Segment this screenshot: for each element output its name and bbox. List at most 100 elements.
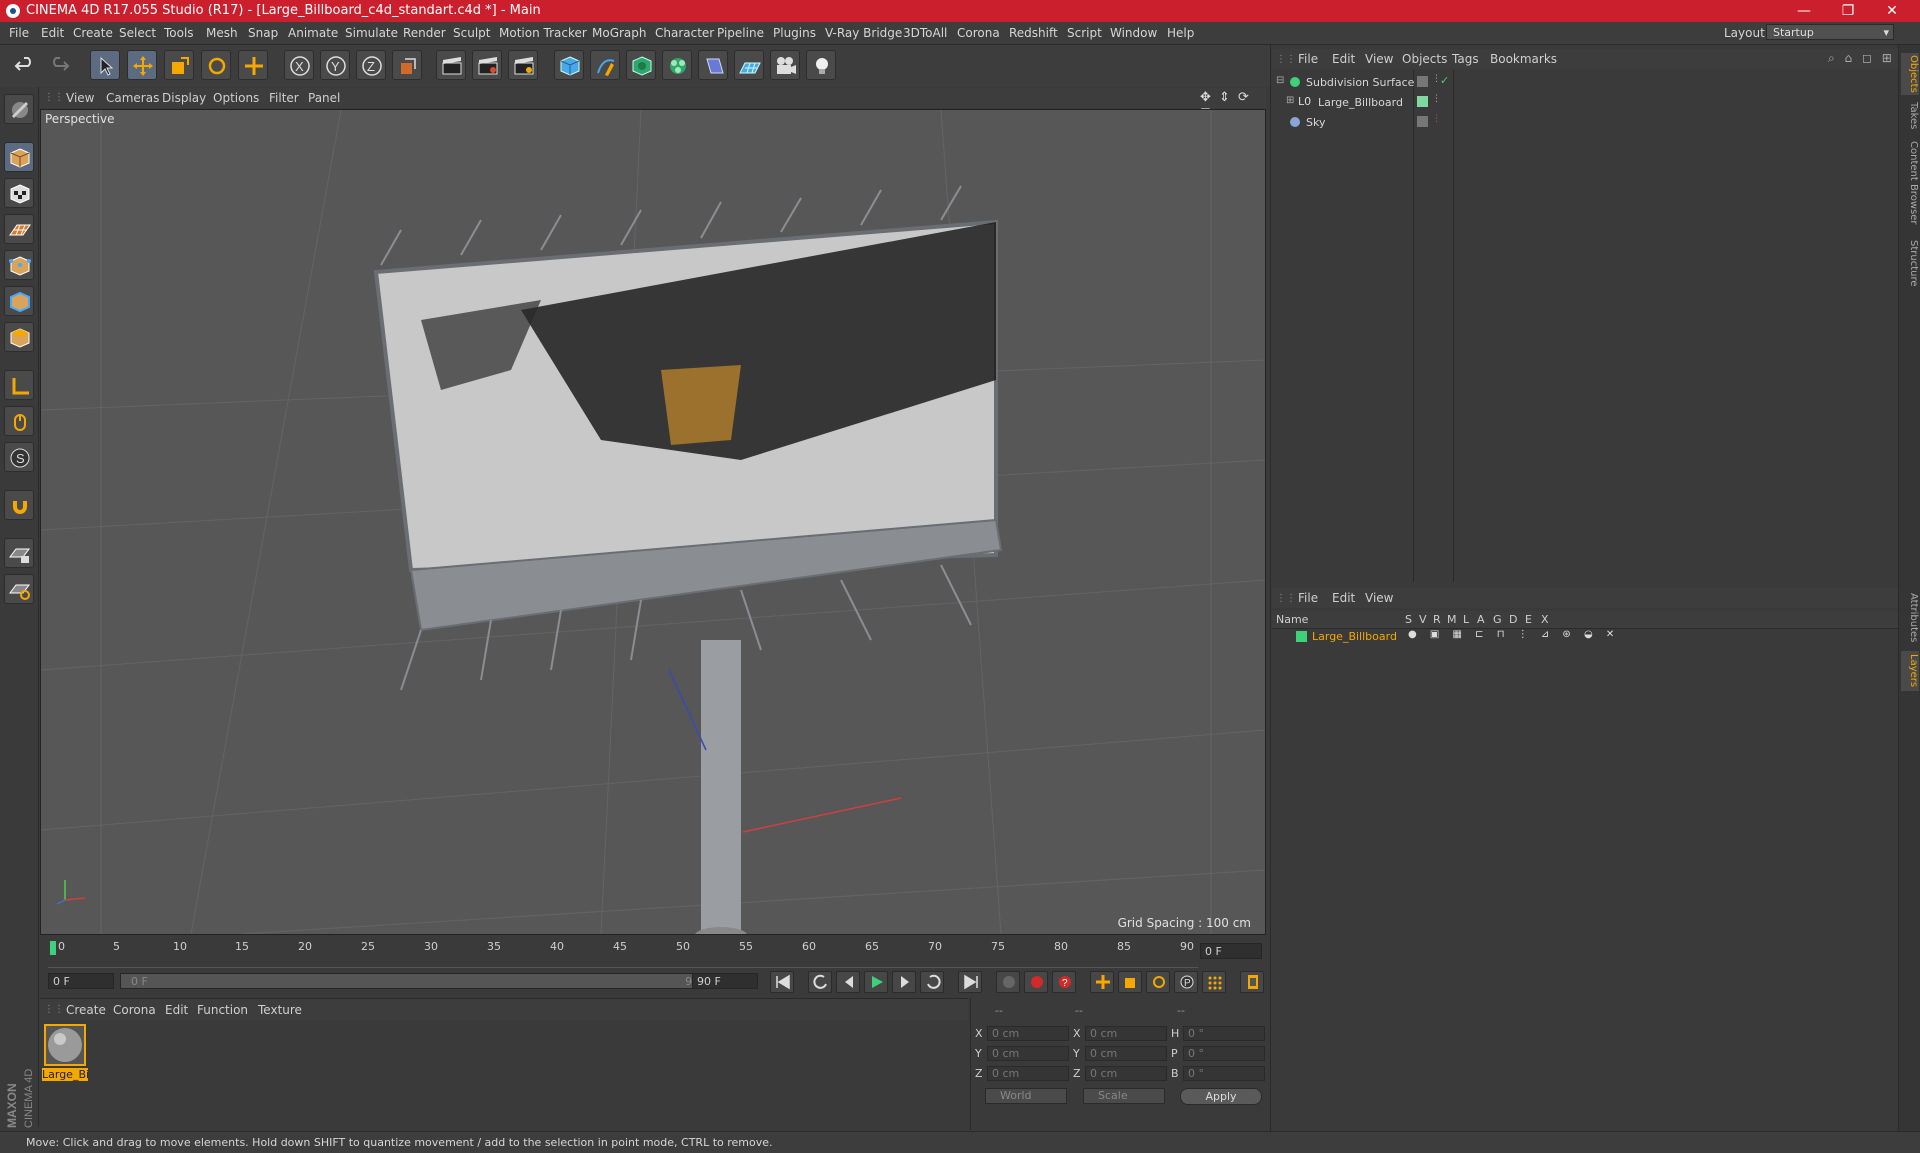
layer-column-generators[interactable]: G: [1493, 613, 1502, 626]
position-y-field[interactable]: 0 cm: [987, 1046, 1069, 1061]
subdivision-surface-button[interactable]: [626, 50, 656, 80]
visibility-dots-icon[interactable]: ⋮: [1432, 94, 1441, 104]
object-row-large-billboard[interactable]: ⊞ L0 Large_Billboard ⋮: [1272, 93, 1898, 112]
points-mode-button[interactable]: [4, 250, 34, 280]
end-frame-field[interactable]: 90 F: [692, 973, 758, 989]
perspective-viewport[interactable]: Perspective Grid Spacing : 100 cm: [40, 109, 1266, 935]
layer-name[interactable]: Large_Billboard: [1312, 630, 1397, 643]
start-frame-field[interactable]: 0 F: [48, 973, 114, 989]
record-keys-button[interactable]: [996, 971, 1020, 993]
tweak-mode-button[interactable]: [4, 406, 34, 436]
frame-range-slider[interactable]: 0 F 90 F: [120, 973, 726, 989]
go-to-start-button[interactable]: [770, 971, 794, 993]
viewport-menu-options[interactable]: Options: [213, 91, 259, 105]
layer-column-view[interactable]: V: [1419, 613, 1427, 626]
layer-column-deformers[interactable]: D: [1509, 613, 1517, 626]
size-mode-dropdown[interactable]: Scale: [1083, 1088, 1165, 1104]
collapse-icon[interactable]: ⊟: [1276, 75, 1284, 86]
viewport-menu-display[interactable]: Display: [162, 91, 206, 105]
axis-mode-button[interactable]: [4, 370, 34, 400]
key-rotation-button[interactable]: [1146, 971, 1170, 993]
cloner-button[interactable]: [662, 50, 692, 80]
rotation-h-field[interactable]: 0 °: [1183, 1026, 1265, 1041]
object-menu-view[interactable]: View: [1365, 52, 1393, 66]
layer-row[interactable]: Large_Billboard ● ▣ ▦ ⊏ ⊓ ⋮ ⊿ ⊛ ◒ ✕: [1272, 628, 1898, 645]
layer-column-render[interactable]: R: [1433, 613, 1441, 626]
material-thumbnail[interactable]: [44, 1024, 86, 1066]
menu-create[interactable]: Create: [73, 26, 113, 40]
playhead-marker[interactable]: [50, 941, 56, 955]
menu-animate[interactable]: Animate: [288, 26, 338, 40]
object-row-subdivision-surface[interactable]: ⊟ Subdivision Surface ⋮ ✓: [1272, 73, 1898, 92]
rotation-p-field[interactable]: 0 °: [1183, 1046, 1265, 1061]
menu-simulate[interactable]: Simulate: [345, 26, 398, 40]
apply-button[interactable]: Apply: [1180, 1088, 1262, 1105]
previous-frame-button[interactable]: [836, 971, 860, 993]
size-z-field[interactable]: 0 cm: [1085, 1066, 1167, 1081]
layout-select[interactable]: Startup ▾: [1766, 24, 1894, 40]
material-menu-texture[interactable]: Texture: [258, 1003, 302, 1017]
play-button[interactable]: [864, 971, 888, 993]
menu-pipeline[interactable]: Pipeline: [717, 26, 764, 40]
light-button[interactable]: [806, 50, 836, 80]
close-button[interactable]: ✕: [1870, 0, 1914, 22]
render-region-button[interactable]: [472, 50, 502, 80]
tab-content-browser[interactable]: Content Browser: [1901, 137, 1919, 229]
timeline-ruler[interactable]: 0 5 10 15 20 25 30 35 40 45 50 55 60 65 …: [40, 937, 1266, 969]
polygons-mode-button[interactable]: [4, 322, 34, 352]
restore-button[interactable]: ❐: [1826, 0, 1870, 22]
viewport-menu-panel[interactable]: Panel: [308, 91, 340, 105]
menu-plugins[interactable]: Plugins: [773, 26, 816, 40]
live-selection-button[interactable]: [238, 50, 268, 80]
position-x-field[interactable]: 0 cm: [987, 1026, 1069, 1041]
snap-button[interactable]: [4, 490, 34, 520]
enabled-checkmark-icon[interactable]: ✓: [1440, 74, 1449, 87]
menu-help[interactable]: Help: [1167, 26, 1194, 40]
menu-script[interactable]: Script: [1067, 26, 1102, 40]
menu-corona[interactable]: Corona: [957, 26, 1000, 40]
layer-column-solo[interactable]: S: [1405, 613, 1412, 626]
layer-column-expressions[interactable]: E: [1525, 613, 1532, 626]
key-position-button[interactable]: [1090, 971, 1114, 993]
viewport-menu-filter[interactable]: Filter: [269, 91, 299, 105]
spline-pen-button[interactable]: [590, 50, 620, 80]
object-row-sky[interactable]: Sky ⋮: [1272, 113, 1898, 132]
menu-motion-tracker[interactable]: Motion Tracker: [499, 26, 587, 40]
material-menu-create[interactable]: Create: [66, 1003, 106, 1017]
material-name[interactable]: Large_Bi: [42, 1068, 88, 1081]
viewport-menu-cameras[interactable]: Cameras: [106, 91, 159, 105]
object-menu-tags[interactable]: Tags: [1452, 52, 1479, 66]
layer-column-xref[interactable]: X: [1541, 613, 1549, 626]
selection-tool-button[interactable]: [90, 50, 120, 80]
material-menu-function[interactable]: Function: [197, 1003, 248, 1017]
object-menu-objects[interactable]: Objects: [1402, 52, 1447, 66]
next-key-button[interactable]: [920, 971, 944, 993]
menu-file[interactable]: File: [9, 26, 29, 40]
layer-menu-file[interactable]: File: [1298, 591, 1318, 605]
layer-column-manager[interactable]: M: [1447, 613, 1457, 626]
object-manager-tools-icons[interactable]: ⌕ ⌂ ◻ ⊞: [1828, 51, 1895, 66]
layer-column-animation[interactable]: A: [1477, 613, 1485, 626]
autokeying-button[interactable]: [1024, 971, 1048, 993]
tab-layers[interactable]: Layers: [1901, 651, 1919, 691]
model-mode-button[interactable]: [4, 142, 34, 172]
position-z-field[interactable]: 0 cm: [987, 1066, 1069, 1081]
object-menu-bookmarks[interactable]: Bookmarks: [1490, 52, 1557, 66]
planar-workplane-button[interactable]: [4, 574, 34, 604]
menu-tools[interactable]: Tools: [164, 26, 194, 40]
viewport-menu-view[interactable]: View: [66, 91, 94, 105]
key-scale-button[interactable]: [1118, 971, 1142, 993]
tab-attributes[interactable]: Attributes: [1901, 590, 1919, 646]
menu-sculpt[interactable]: Sculpt: [453, 26, 490, 40]
menu-snap[interactable]: Snap: [248, 26, 278, 40]
menu-vray-bridge[interactable]: V-Ray Bridge: [825, 26, 902, 40]
camera-button[interactable]: [770, 50, 800, 80]
layer-flag-icons[interactable]: ● ▣ ▦ ⊏ ⊓ ⋮ ⊿ ⊛ ◒ ✕: [1408, 629, 1619, 640]
menu-mograph[interactable]: MoGraph: [592, 26, 647, 40]
current-frame-field[interactable]: 0 F: [1200, 943, 1262, 959]
timeline-window-button[interactable]: [1240, 971, 1264, 993]
cube-primitive-button[interactable]: [554, 50, 584, 80]
layer-color-swatch[interactable]: [1296, 631, 1307, 642]
render-view-button[interactable]: [436, 50, 466, 80]
rotate-tool-button[interactable]: [201, 50, 231, 80]
